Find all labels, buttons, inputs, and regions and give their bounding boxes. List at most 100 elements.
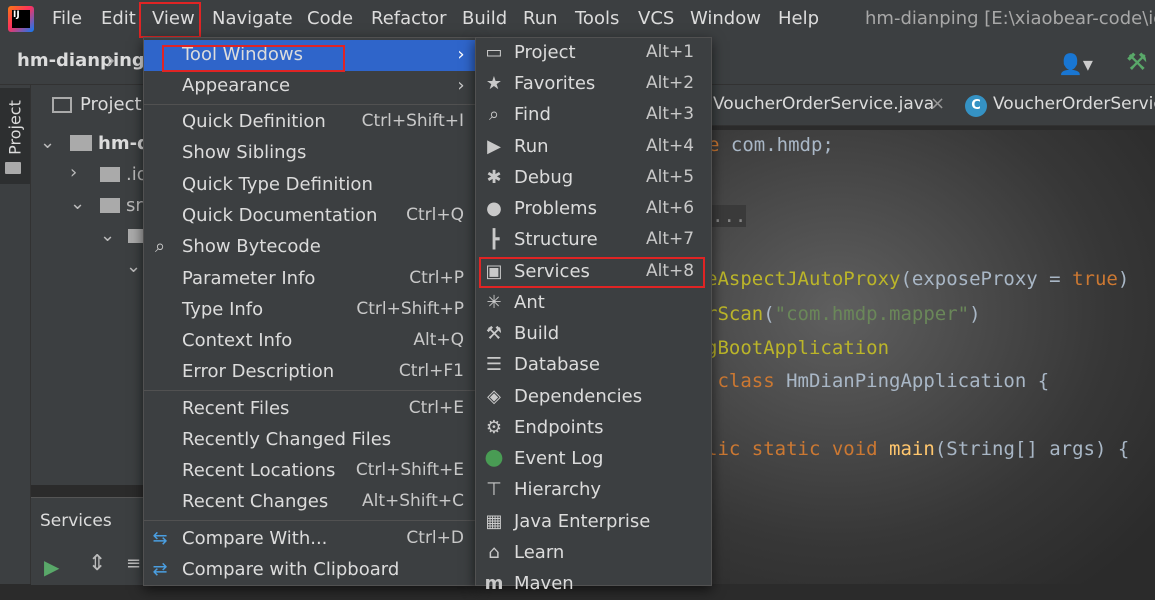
menu-item-shortcut: Ctrl+Shift+P [356,299,464,319]
submenu-item-shortcut: Alt+5 [646,167,695,187]
menu-build[interactable]: Build [462,0,507,38]
submenu-item-java-enterprise[interactable]: ▦ Java Enterprise [476,507,711,538]
chevron-down-icon[interactable]: ⌄ [100,225,115,246]
menu-run[interactable]: Run [523,0,558,38]
hierarchy-icon: ⊤ [486,479,502,500]
chevron-right-icon: › [106,46,116,74]
menu-item-parameter-info[interactable]: Parameter Info Ctrl+P [144,264,476,295]
menu-item-appearance[interactable]: Appearance › [144,71,476,102]
submenu-item-hierarchy[interactable]: ⊤ Hierarchy [476,475,711,506]
menu-item-type-info[interactable]: Type Info Ctrl+Shift+P [144,295,476,326]
menu-item-shortcut: Ctrl+F1 [398,361,464,381]
editor-tab-voucher-order-service[interactable]: VoucherOrderService.java [713,94,934,114]
submenu-item-endpoints[interactable]: ⚙ Endpoints [476,413,711,444]
menu-item-recent-locations[interactable]: Recent Locations Ctrl+Shift+E [144,456,476,487]
menu-item-label: Recent Changes [182,491,329,512]
chevron-down-icon[interactable]: ⌄ [40,132,55,153]
submenu-item-database[interactable]: ☰ Database [476,350,711,381]
menu-help[interactable]: Help [778,0,819,38]
submenu-item-find[interactable]: ⌕ Find Alt+3 [476,100,711,131]
close-icon[interactable]: × [930,93,945,114]
menu-item-quick-definition[interactable]: Quick Definition Ctrl+Shift+I [144,107,476,138]
menu-item-context-info[interactable]: Context Info Alt+Q [144,326,476,357]
submenu-item-run[interactable]: ▶ Run Alt+4 [476,132,711,163]
folder-icon [5,162,21,174]
submenu-item-problems[interactable]: ● Problems Alt+6 [476,194,711,225]
submenu-item-shortcut: Alt+2 [646,73,695,93]
menu-item-label: Parameter Info [182,268,316,289]
menu-item-compare-with[interactable]: ⇆ Compare With... Ctrl+D [144,524,476,555]
submenu-item-label: Find [514,104,551,125]
menu-item-show-bytecode[interactable]: ⌕ Show Bytecode [144,232,476,263]
code-line-spring-boot: gBootApplication [706,337,890,359]
menu-item-shortcut: Ctrl+Q [406,205,464,225]
menu-item-label: Appearance [182,75,291,96]
hammer-icon[interactable]: ⚒ [1126,48,1148,76]
chevron-right-icon: › [457,75,465,96]
services-panel-title: Services [40,511,112,531]
run-icon[interactable]: ▶ [44,555,59,579]
chevron-down-icon[interactable]: ⌄ [70,193,85,214]
submenu-item-label: Project [514,42,576,63]
submenu-item-label: Learn [514,542,565,563]
project-window-icon [52,97,72,113]
menu-item-recent-changes[interactable]: Recent Changes Alt+Shift+C [144,487,476,518]
menu-edit[interactable]: Edit [101,0,136,38]
bytecode-icon: ⌕ [154,236,166,257]
menu-navigate[interactable]: Navigate [212,0,293,38]
submenu-item-debug[interactable]: ✱ Debug Alt+5 [476,163,711,194]
warning-icon: ● [486,198,502,219]
editor-tab-voucher-order-service-2[interactable]: VoucherOrderServic [993,94,1155,114]
submenu-item-event-log[interactable]: ● Event Log [476,444,711,475]
submenu-item-learn[interactable]: ⌂ Learn [476,538,711,569]
folder-icon [70,135,92,151]
submenu-item-shortcut: Alt+7 [646,229,695,249]
submenu-item-favorites[interactable]: ★ Favorites Alt+2 [476,69,711,100]
menu-item-quick-type-definition[interactable]: Quick Type Definition [144,170,476,201]
submenu-item-shortcut: Alt+1 [646,42,695,62]
submenu-item-structure[interactable]: ┣ Structure Alt+7 [476,225,711,256]
code-line-mapper-scan: rScan("com.hmdp.mapper") [706,303,981,325]
menu-item-quick-documentation[interactable]: Quick Documentation Ctrl+Q [144,201,476,232]
menu-item-label: Compare with Clipboard [182,559,400,580]
expand-icon[interactable]: ≡ [126,553,141,574]
menu-item-shortcut: Alt+Q [413,330,464,350]
project-breadcrumb[interactable]: hm-dianping [17,50,145,71]
search-icon: ⌕ [488,104,500,125]
submenu-item-build[interactable]: ⚒ Build [476,319,711,350]
submenu-item-ant[interactable]: ✳ Ant [476,288,711,319]
menu-tools[interactable]: Tools [575,0,619,38]
collapse-icon[interactable]: ⇕ [88,551,106,576]
code-line-class: class HmDianPingApplication { [706,370,1050,392]
submenu-item-label: Ant [514,292,545,313]
submenu-item-dependencies[interactable]: ◈ Dependencies [476,382,711,413]
menu-item-recent-files[interactable]: Recent Files Ctrl+E [144,394,476,425]
submenu-item-label: Hierarchy [514,479,602,500]
menu-refactor[interactable]: Refactor [371,0,447,38]
menu-code[interactable]: Code [307,0,353,38]
tree-item[interactable]: sr [126,195,143,216]
code-line-imports-folded[interactable]: ... [712,205,747,227]
menu-item-show-siblings[interactable]: Show Siblings [144,138,476,169]
event-log-icon: ● [484,445,504,470]
menu-item-label: Show Siblings [182,142,307,163]
menu-item-error-description[interactable]: Error Description Ctrl+F1 [144,357,476,388]
submenu-item-shortcut: Alt+4 [646,136,695,156]
submenu-item-project[interactable]: ▭ Project Alt+1 [476,38,711,69]
chevron-right-icon[interactable]: › [70,162,77,183]
folder-icon [128,229,144,243]
menu-window[interactable]: Window [690,0,761,38]
tool-windows-submenu: ▭ Project Alt+1 ★ Favorites Alt+2 ⌕ Find… [475,37,712,594]
project-panel-header: Project [80,94,142,115]
menu-item-label: Quick Definition [182,111,326,132]
menu-item-recently-changed-files[interactable]: Recently Changed Files [144,425,476,456]
submenu-item-label: Structure [514,229,598,250]
menu-vcs[interactable]: VCS [638,0,674,38]
view-menu-highlight-box [139,2,201,38]
menu-item-label: Recently Changed Files [182,429,392,450]
user-icon[interactable]: 👤▾ [1058,52,1093,76]
submenu-item-maven[interactable]: m Maven [476,569,711,600]
menu-file[interactable]: File [52,0,82,38]
menu-item-compare-with-clipboard[interactable]: ⇄ Compare with Clipboard [144,555,476,586]
chevron-down-icon[interactable]: ⌄ [126,256,141,277]
